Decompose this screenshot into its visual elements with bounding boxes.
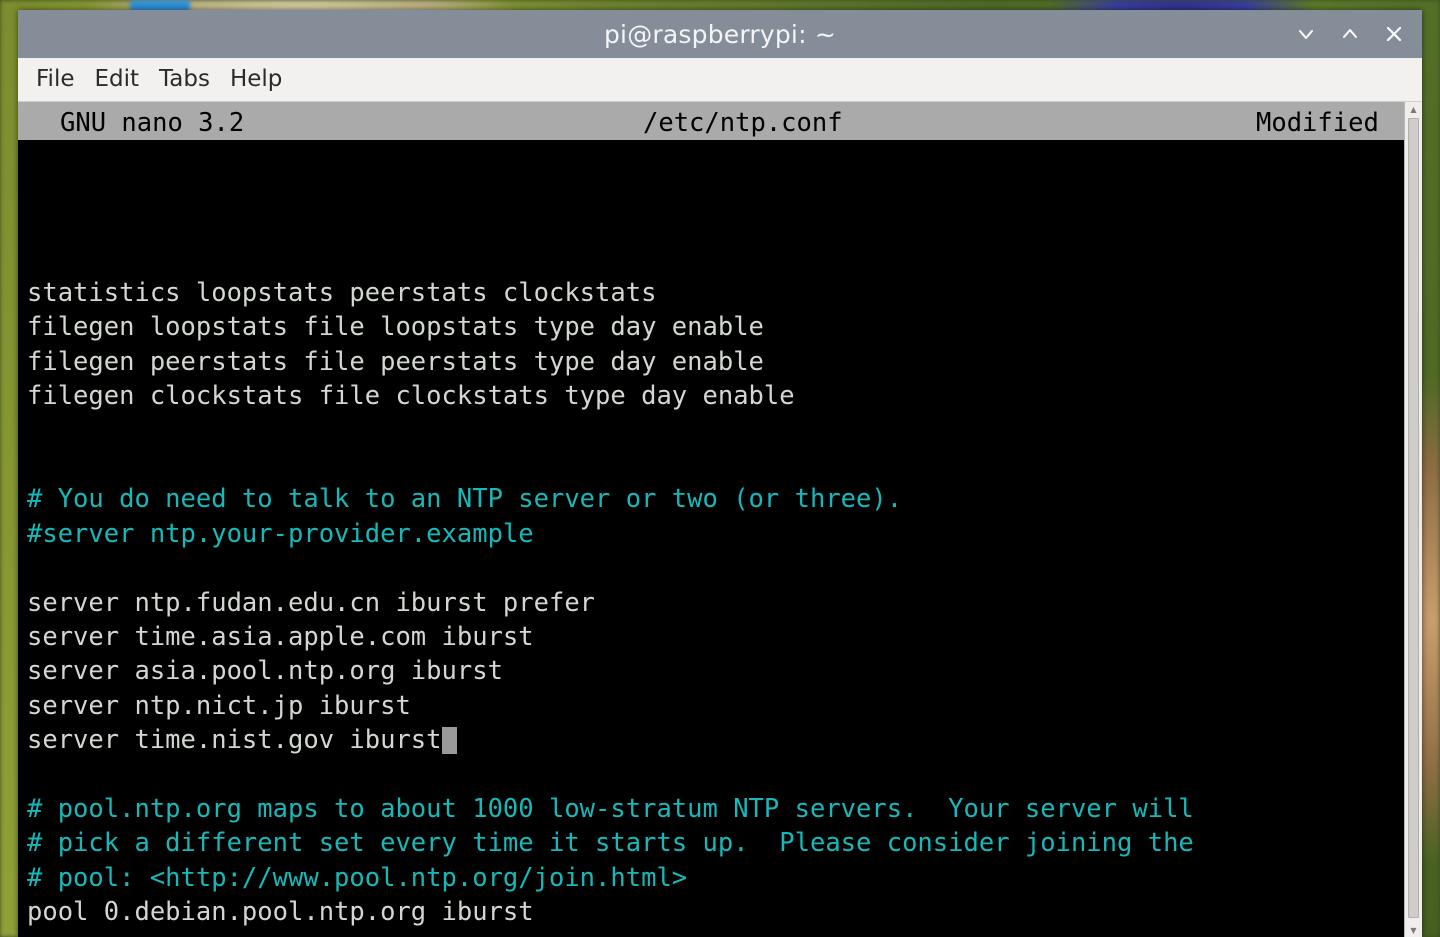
editor-line: # pool: <http://www.pool.ntp.org/join.ht… bbox=[27, 862, 688, 893]
editor-line: filegen peerstats file peerstats type da… bbox=[27, 346, 764, 377]
editor-line: statistics loopstats peerstats clockstat… bbox=[27, 278, 657, 308]
terminal-window: pi@raspberrypi: ~ File Edit Tabs Help GN… bbox=[18, 10, 1422, 937]
menu-item-edit[interactable]: Edit bbox=[93, 64, 150, 96]
nano-version: GNU nano 3.2 bbox=[60, 108, 245, 138]
terminal-scrollbar[interactable]: ▲ ▼ bbox=[1404, 102, 1422, 937]
menu-item-tabs[interactable]: Tabs bbox=[157, 64, 220, 96]
minimize-icon[interactable] bbox=[1286, 14, 1326, 54]
close-icon[interactable] bbox=[1374, 14, 1414, 54]
editor-line: server time.nist.gov iburst bbox=[27, 723, 1194, 757]
window-title: pi@raspberrypi: ~ bbox=[603, 19, 836, 49]
window-controls bbox=[1286, 10, 1414, 58]
editor-line: server ntp.nict.jp iburst bbox=[27, 690, 411, 721]
maximize-icon[interactable] bbox=[1330, 14, 1370, 54]
menu-item-help[interactable]: Help bbox=[228, 64, 292, 96]
window-titlebar[interactable]: pi@raspberrypi: ~ bbox=[18, 10, 1422, 58]
editor-line: filegen clockstats file clockstats type … bbox=[27, 381, 795, 412]
nano-filename: /etc/ntp.conf bbox=[643, 108, 843, 138]
menu-item-file[interactable]: File bbox=[34, 64, 85, 96]
editor-line: server time.asia.apple.com iburst bbox=[27, 621, 534, 652]
editor-line: # You do need to talk to an NTP server o… bbox=[27, 484, 903, 515]
menubar: File Edit Tabs Help bbox=[18, 58, 1422, 102]
text-cursor bbox=[441, 727, 457, 755]
terminal-body[interactable]: GNU nano 3.2 /etc/ntp.conf Modified stat… bbox=[18, 102, 1422, 937]
editor-line: # pick a different set every time it sta… bbox=[27, 828, 1194, 859]
nano-editor-buffer[interactable]: statistics loopstats peerstats clockstat… bbox=[27, 276, 1194, 929]
nano-modified-status: Modified bbox=[1256, 108, 1379, 138]
editor-line: server ntp.fudan.edu.cn iburst prefer bbox=[27, 587, 596, 618]
nano-header-bar: GNU nano 3.2 /etc/ntp.conf Modified bbox=[18, 102, 1404, 140]
scrollbar-thumb[interactable] bbox=[1408, 118, 1419, 918]
editor-line: # pool.ntp.org maps to about 1000 low-st… bbox=[27, 793, 1194, 824]
editor-line: server asia.pool.ntp.org iburst bbox=[27, 656, 503, 687]
editor-line: #server ntp.your-provider.example bbox=[27, 518, 534, 549]
scroll-down-icon[interactable]: ▼ bbox=[1405, 923, 1422, 937]
editor-line: filegen loopstats file loopstats type da… bbox=[27, 312, 764, 343]
editor-line: pool 0.debian.pool.ntp.org iburst bbox=[27, 897, 534, 928]
scroll-up-icon[interactable]: ▲ bbox=[1405, 102, 1422, 116]
